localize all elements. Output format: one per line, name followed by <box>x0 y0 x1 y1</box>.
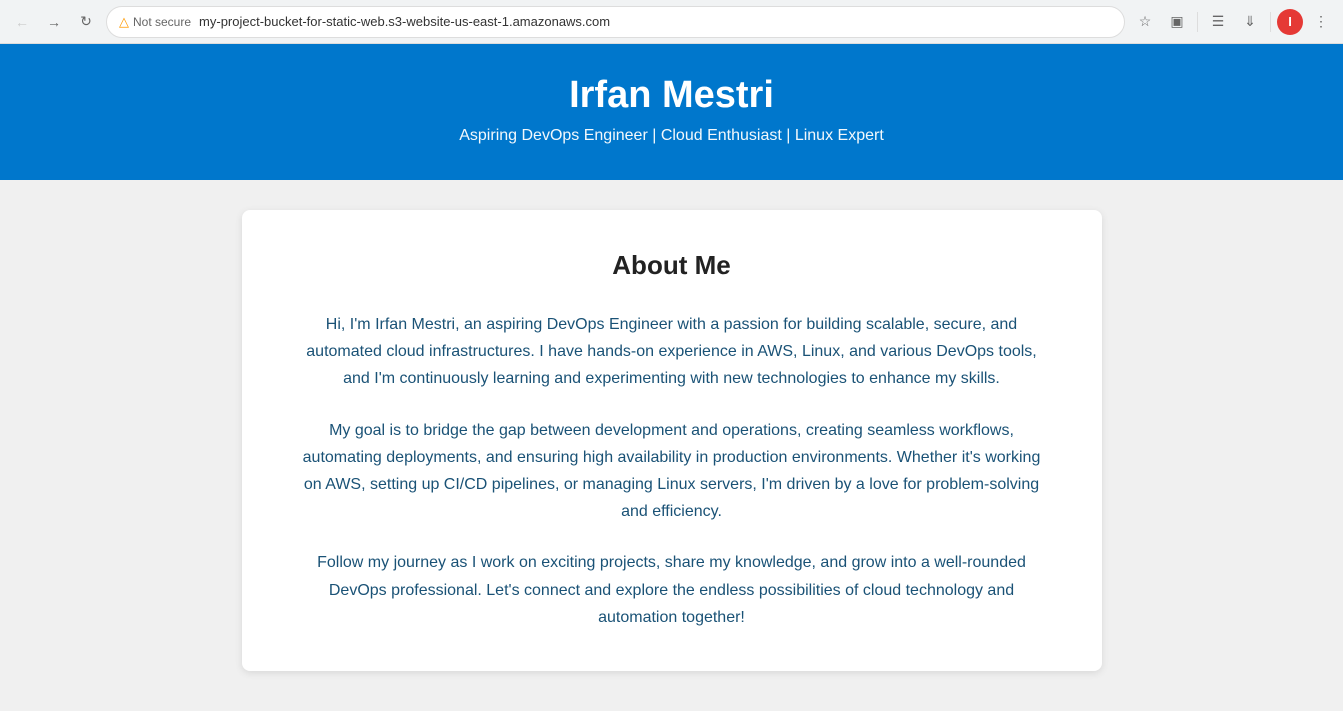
not-secure-label: Not secure <box>133 15 191 29</box>
about-paragraph-1: Hi, I'm Irfan Mestri, an aspiring DevOps… <box>302 311 1042 393</box>
about-paragraph-2: My goal is to bridge the gap between dev… <box>302 417 1042 526</box>
separator <box>1197 12 1198 32</box>
profile-button[interactable]: I <box>1277 9 1303 35</box>
site-header: Irfan Mestri Aspiring DevOps Engineer | … <box>0 44 1343 180</box>
back-button[interactable]: ← <box>8 8 36 36</box>
reload-button[interactable]: ↻ <box>72 8 100 36</box>
main-content: About Me Hi, I'm Irfan Mestri, an aspiri… <box>0 180 1343 711</box>
bookmark-button[interactable]: ☆ <box>1131 8 1159 36</box>
page-content: Irfan Mestri Aspiring DevOps Engineer | … <box>0 44 1343 711</box>
address-text: my-project-bucket-for-static-web.s3-webs… <box>199 14 1112 29</box>
forward-button[interactable]: → <box>40 8 68 36</box>
about-card: About Me Hi, I'm Irfan Mestri, an aspiri… <box>242 210 1102 671</box>
browser-chrome: ← → ↻ △ Not secure my-project-bucket-for… <box>0 0 1343 44</box>
download-button[interactable]: ⇓ <box>1236 8 1264 36</box>
menu-button[interactable]: ⋮ <box>1307 8 1335 36</box>
separator2 <box>1270 12 1271 32</box>
address-bar[interactable]: △ Not secure my-project-bucket-for-stati… <box>106 6 1125 38</box>
browser-actions: ☆ ▣ ☰ ⇓ I ⋮ <box>1131 8 1335 36</box>
site-subtitle: Aspiring DevOps Engineer | Cloud Enthusi… <box>20 127 1323 145</box>
not-secure-badge: △ Not secure <box>119 14 191 30</box>
warning-icon: △ <box>119 14 129 30</box>
site-title: Irfan Mestri <box>20 74 1323 117</box>
about-title: About Me <box>302 250 1042 281</box>
extensions-button[interactable]: ▣ <box>1163 8 1191 36</box>
about-paragraph-3: Follow my journey as I work on exciting … <box>302 549 1042 631</box>
sidebar-button[interactable]: ☰ <box>1204 8 1232 36</box>
nav-buttons: ← → ↻ <box>8 8 100 36</box>
